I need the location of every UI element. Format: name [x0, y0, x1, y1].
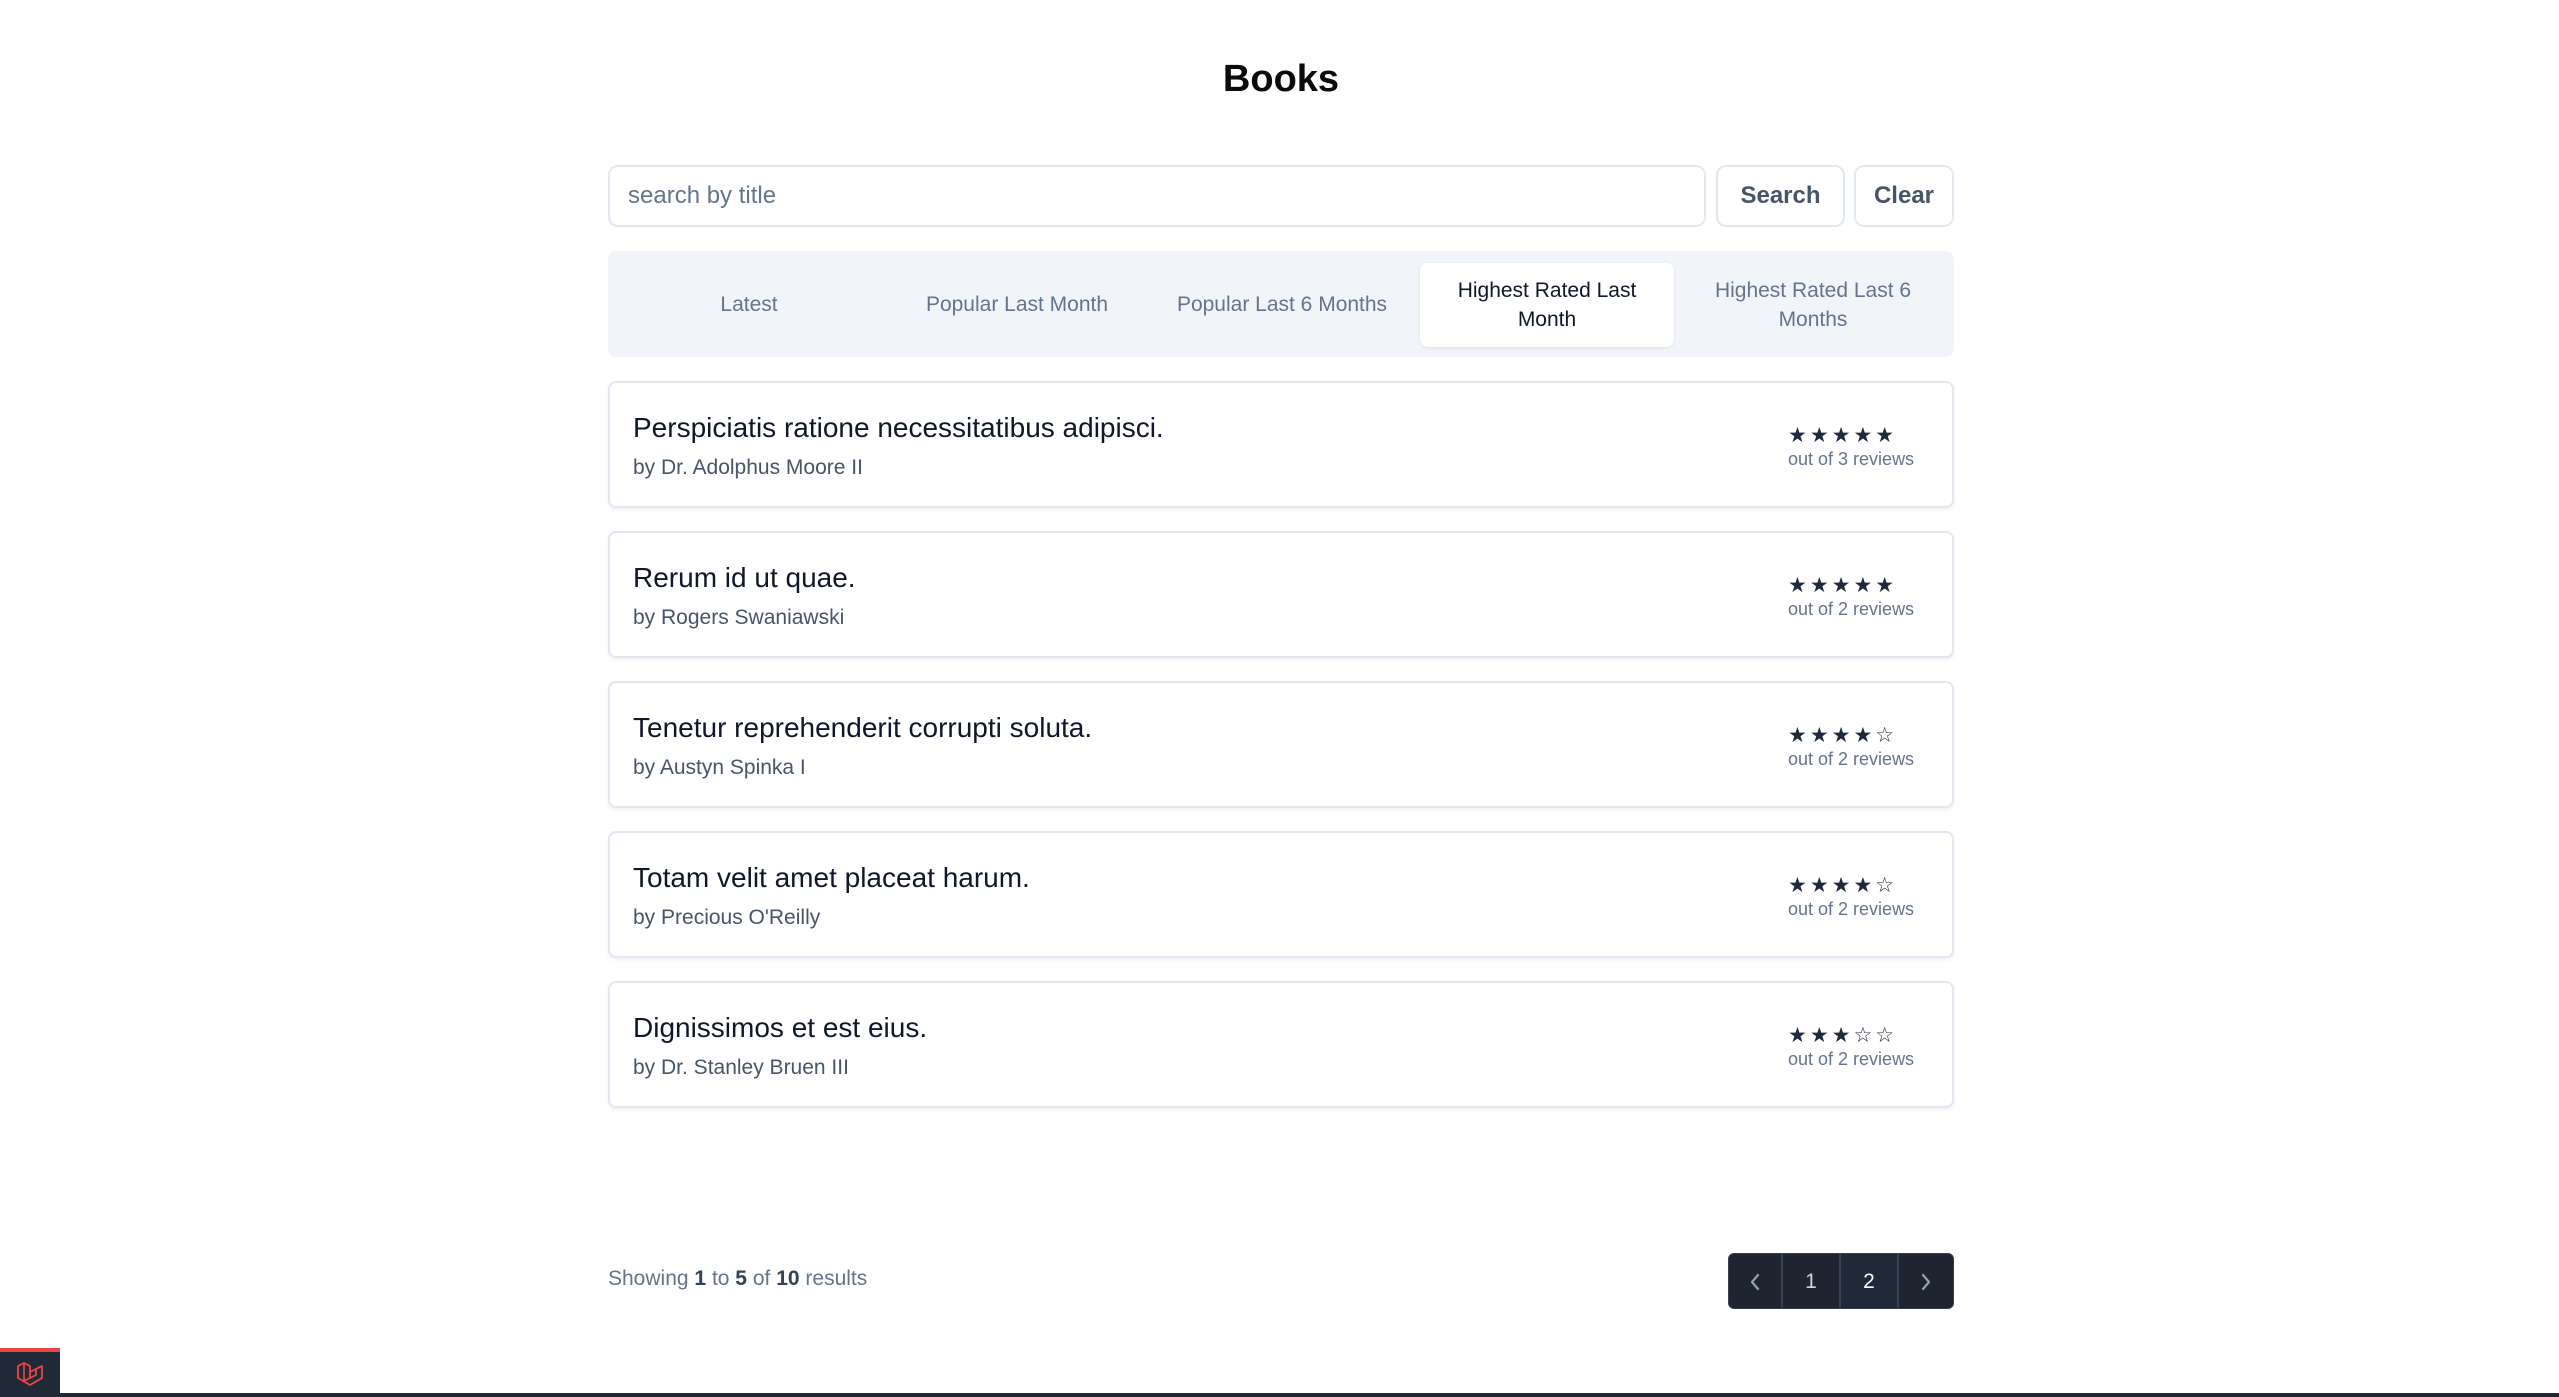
- book-card[interactable]: Perspiciatis ratione necessitatibus adip…: [608, 381, 1954, 508]
- review-count: out of 2 reviews: [1788, 1049, 1915, 1069]
- star-rating-icon: ★★★★★: [1788, 573, 1898, 597]
- book-rating: ★★★★☆ out of 2 reviews: [1788, 873, 1928, 920]
- book-rating: ★★★★★ out of 2 reviews: [1788, 573, 1928, 620]
- results-to-word: to: [711, 1267, 730, 1290]
- filter-tabs: Latest Popular Last Month Popular Last 6…: [608, 251, 1954, 357]
- book-card[interactable]: Tenetur reprehenderit corrupti soluta. b…: [608, 681, 1954, 808]
- debug-toolbar-toggle[interactable]: [0, 1348, 60, 1397]
- page-title: Books: [1222, 58, 1340, 100]
- chevron-right-icon: [1921, 1273, 1931, 1291]
- results-from: 1: [694, 1267, 707, 1290]
- star-rating-icon: ★★★☆☆: [1788, 1023, 1898, 1047]
- book-author: by Rogers Swaniawski: [633, 606, 845, 629]
- results-total: 10: [776, 1267, 800, 1290]
- book-author: by Dr. Stanley Bruen III: [633, 1056, 849, 1079]
- pagination: 1 2: [1728, 1253, 1954, 1309]
- page-2-button[interactable]: 2: [1841, 1254, 1899, 1308]
- pagination-bar: Showing 1 to 5 of 10 results 1 2: [608, 1253, 1954, 1309]
- book-title[interactable]: Rerum id ut quae.: [633, 562, 856, 594]
- search-button[interactable]: Search: [1716, 165, 1845, 227]
- search-form: Search Clear: [608, 165, 1954, 227]
- book-card[interactable]: Rerum id ut quae. by Rogers Swaniawski ★…: [608, 531, 1954, 658]
- tab-highest-rated-last-6-months[interactable]: Highest Rated Last 6 Months: [1684, 263, 1942, 347]
- book-author: by Precious O'Reilly: [633, 906, 821, 929]
- star-rating-icon: ★★★★☆: [1788, 873, 1898, 897]
- results-suffix: results: [805, 1267, 868, 1290]
- search-input[interactable]: [608, 165, 1706, 227]
- previous-page-button[interactable]: [1729, 1254, 1783, 1308]
- book-title[interactable]: Tenetur reprehenderit corrupti soluta.: [633, 712, 1092, 744]
- book-card[interactable]: Dignissimos et est eius. by Dr. Stanley …: [608, 981, 1954, 1108]
- tab-highest-rated-last-month[interactable]: Highest Rated Last Month: [1420, 263, 1674, 347]
- tab-popular-last-6-months[interactable]: Popular Last 6 Months: [1153, 263, 1411, 347]
- page-1-button[interactable]: 1: [1783, 1254, 1841, 1308]
- book-card[interactable]: Totam velit amet placeat harum. by Preci…: [608, 831, 1954, 958]
- bottom-border: [0, 1393, 2559, 1397]
- review-count: out of 3 reviews: [1788, 449, 1915, 469]
- clear-button[interactable]: Clear: [1854, 165, 1954, 227]
- review-count: out of 2 reviews: [1788, 899, 1915, 919]
- book-rating: ★★★☆☆ out of 2 reviews: [1788, 1023, 1928, 1070]
- review-count: out of 2 reviews: [1788, 599, 1915, 619]
- review-count: out of 2 reviews: [1788, 749, 1915, 769]
- book-author: by Austyn Spinka I: [633, 756, 806, 779]
- results-to: 5: [735, 1267, 747, 1290]
- laravel-logo-icon: [17, 1361, 43, 1386]
- book-author: by Dr. Adolphus Moore II: [633, 456, 863, 479]
- showing-prefix: Showing: [608, 1267, 689, 1290]
- book-rating: ★★★★☆ out of 2 reviews: [1788, 723, 1928, 770]
- star-rating-icon: ★★★★☆: [1788, 723, 1898, 747]
- next-page-button[interactable]: [1899, 1254, 1953, 1308]
- book-title[interactable]: Perspiciatis ratione necessitatibus adip…: [633, 412, 1164, 444]
- results-of-word: of: [752, 1267, 771, 1290]
- tab-popular-last-month[interactable]: Popular Last Month: [888, 263, 1146, 347]
- results-summary: Showing 1 to 5 of 10 results: [608, 1267, 867, 1291]
- book-title[interactable]: Dignissimos et est eius.: [633, 1012, 927, 1044]
- tab-latest[interactable]: Latest: [620, 263, 878, 347]
- book-rating: ★★★★★ out of 3 reviews: [1788, 423, 1928, 470]
- book-title[interactable]: Totam velit amet placeat harum.: [633, 862, 1030, 894]
- star-rating-icon: ★★★★★: [1788, 423, 1898, 447]
- chevron-left-icon: [1750, 1273, 1760, 1291]
